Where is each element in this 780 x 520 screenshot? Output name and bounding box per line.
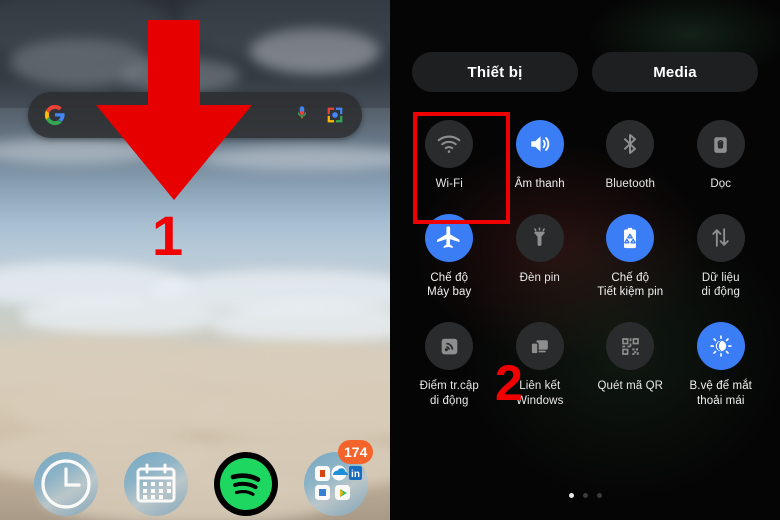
quick-tile-sound-label: Âm thanh [514, 178, 565, 190]
quick-tile-mobile-data-label: Dữ liệu di động [701, 271, 740, 299]
spotify-app[interactable] [214, 452, 278, 516]
clock-icon [34, 452, 98, 516]
quick-tile-rotation-lock[interactable]: Dọc [676, 120, 767, 192]
airplane-mode-highlight-box [413, 112, 510, 224]
spotify-icon [214, 452, 278, 516]
quick-tile-qr-scanner[interactable]: Quét mã QR [585, 322, 676, 408]
volume-icon [515, 120, 564, 168]
panel-tabs: Thiết bị Media [390, 52, 780, 92]
quick-tile-flashlight-label: Đèn pin [519, 271, 560, 284]
apps-folder[interactable]: in 174 [304, 440, 374, 516]
rotation-lock-icon [696, 120, 745, 168]
quick-tile-mobile-data[interactable]: Dữ liệu di động [676, 213, 767, 300]
tab-devices[interactable]: Thiết bị [412, 52, 578, 92]
page-dot[interactable] [582, 493, 588, 498]
link-windows-icon [515, 322, 564, 371]
swipe-down-arrow [0, 0, 390, 240]
quick-tile-flashlight[interactable]: Đèn pin [495, 213, 586, 300]
svg-text:in: in [351, 469, 360, 480]
tab-media[interactable]: Media [592, 52, 758, 92]
hotspot-icon [425, 322, 474, 371]
step-number-1: 1 [152, 204, 184, 267]
home-dock: in 174 [0, 434, 390, 520]
cloud [20, 296, 220, 336]
quick-tile-airplane-mode-label: Chế độ Máy bay [427, 271, 472, 299]
quick-tile-bluetooth-label: Bluetooth [605, 178, 655, 190]
folder-badge-count: 174 [338, 440, 374, 464]
quick-tile-hotspot-label: Điểm tr.cập di động [419, 380, 479, 407]
clock-app[interactable] [34, 452, 98, 516]
qr-code-icon [606, 322, 655, 371]
quick-tile-bluetooth[interactable]: Bluetooth [585, 120, 676, 192]
flashlight-icon [515, 213, 564, 262]
quick-tile-qr-scanner-label: Quét mã QR [597, 380, 664, 393]
tab-devices-label: Thiết bị [467, 63, 523, 81]
page-dot[interactable] [568, 493, 574, 498]
battery-saver-icon [606, 213, 655, 262]
quick-tile-power-saving[interactable]: Chế độ Tiết kiệm pin [585, 213, 676, 300]
mobile-data-icon [696, 213, 745, 262]
quick-tile-link-to-windows-label: Liên kết Windows [516, 380, 564, 407]
eye-comfort-icon [696, 322, 745, 371]
quick-tile-rotation-lock-label: Dọc [710, 178, 732, 190]
calendar-app[interactable] [124, 452, 188, 516]
page-indicator [390, 493, 780, 498]
page-dot[interactable] [596, 493, 602, 498]
bluetooth-icon [606, 120, 655, 168]
quick-tile-eye-comfort[interactable]: B.vệ để mắt thoải mái [676, 322, 767, 408]
phone-home-screen: in 174 1 [0, 0, 390, 520]
calendar-icon [124, 452, 188, 516]
quick-tile-hotspot[interactable]: Điểm tr.cập di động [404, 322, 495, 408]
step-number-2: 2 [495, 355, 523, 411]
quick-settings-panel: Thiết bị Media Wi-Fi Âm thanh Bluetooth … [390, 0, 780, 520]
quick-tile-eye-comfort-label: B.vệ để mắt thoải mái [689, 380, 752, 407]
tab-media-label: Media [653, 63, 697, 81]
screenshot-root: in 174 1 Thiết bị Media Wi-Fi Âm thanh B… [0, 0, 780, 520]
quick-tile-power-saving-label: Chế độ Tiết kiệm pin [597, 271, 664, 299]
quick-tile-airplane-mode[interactable]: Chế độ Máy bay [404, 213, 495, 300]
